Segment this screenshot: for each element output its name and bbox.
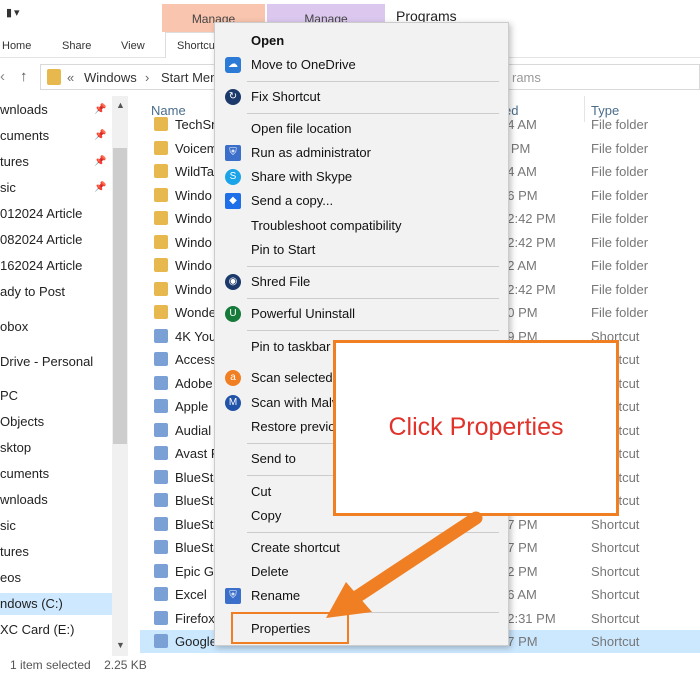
properties-highlight-box [231, 612, 349, 644]
annotation-arrow [326, 511, 483, 618]
arrow-shaft [345, 511, 483, 607]
